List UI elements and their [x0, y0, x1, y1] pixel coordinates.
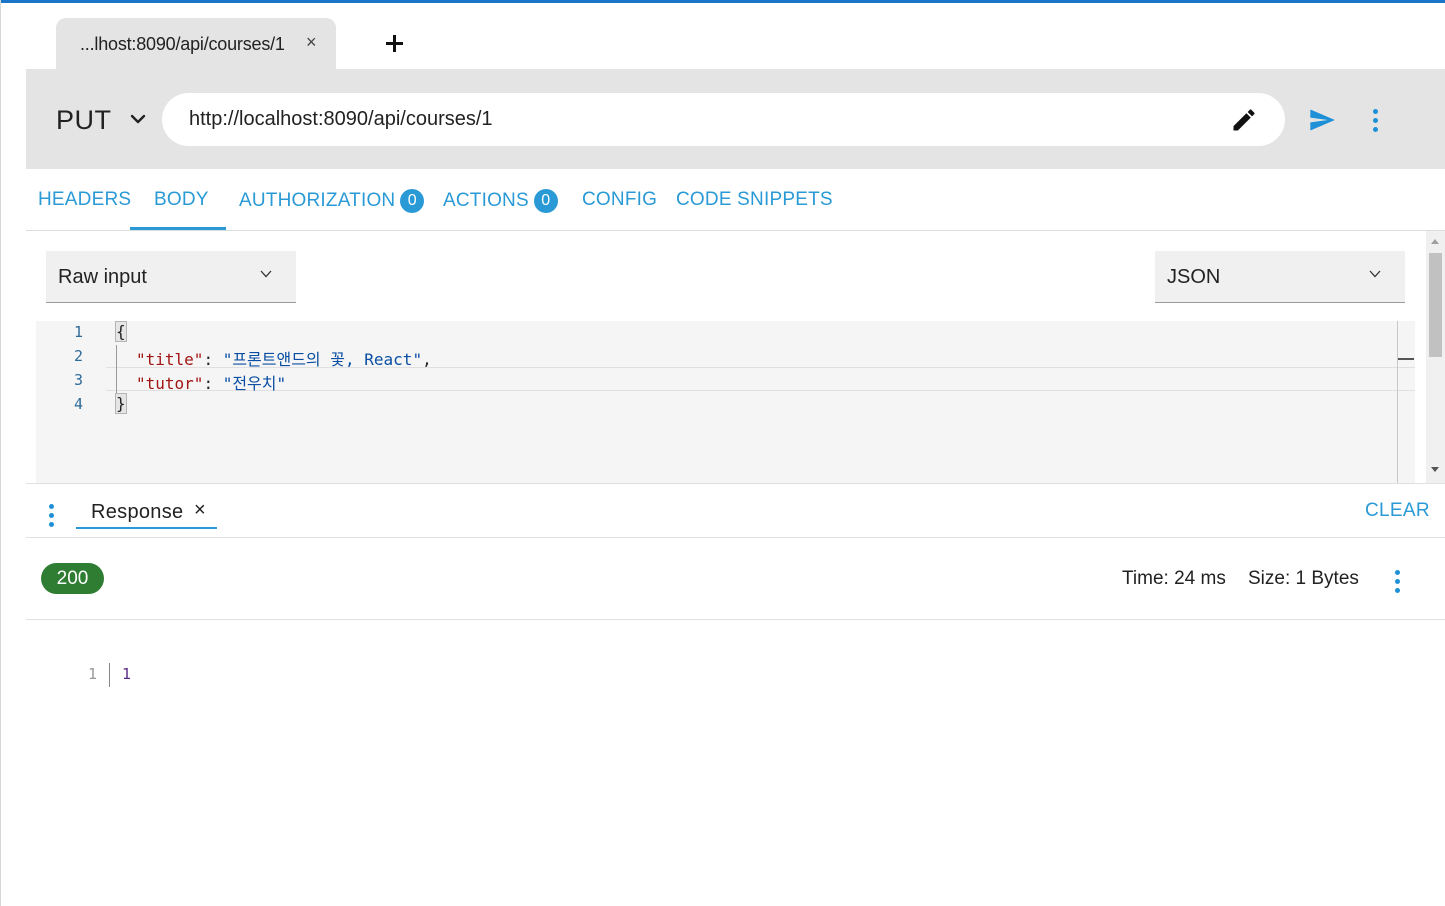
- line-number: 1: [74, 323, 84, 341]
- response-size: Size: 1 Bytes: [1248, 568, 1359, 590]
- method-select[interactable]: PUT: [56, 105, 112, 136]
- open-brace: {: [115, 321, 127, 342]
- content-type-label: JSON: [1167, 266, 1221, 288]
- editor-overview-ruler: [1397, 321, 1398, 483]
- json-key: "title": [136, 350, 204, 369]
- url-input[interactable]: [189, 105, 1209, 133]
- scroll-up-arrow-icon[interactable]: [1431, 239, 1439, 244]
- clear-button[interactable]: CLEAR: [1365, 500, 1430, 522]
- body-code-editor[interactable]: 1 2 3 4 { "title": "프론트앤드의 꽃, React", "t…: [36, 321, 1415, 483]
- plus-icon[interactable]: [380, 29, 408, 57]
- tab-config[interactable]: CONFIG: [582, 189, 657, 211]
- chevron-down-icon: [1369, 270, 1381, 278]
- url-field[interactable]: [162, 93, 1285, 146]
- response-body-text[interactable]: 1: [122, 665, 131, 683]
- response-tab[interactable]: Response ×: [76, 498, 217, 529]
- tab-authorization[interactable]: AUTHORIZATION 0: [239, 189, 425, 213]
- content-type-select[interactable]: JSON: [1155, 251, 1405, 303]
- window-left-border: [0, 0, 1, 906]
- json-comma: ,: [422, 350, 432, 369]
- json-string-value: "전우치": [222, 374, 287, 393]
- chevron-down-icon[interactable]: [128, 109, 148, 129]
- actions-count-badge: 0: [533, 189, 558, 213]
- editor-ruler-cursor-mark: [1398, 358, 1414, 360]
- body-input-type-select[interactable]: Raw input: [46, 251, 296, 303]
- body-input-type-label: Raw input: [58, 266, 147, 288]
- send-icon[interactable]: [1307, 106, 1337, 134]
- pencil-icon[interactable]: [1230, 106, 1258, 134]
- tab-headers[interactable]: HEADERS: [38, 189, 131, 211]
- tab-body[interactable]: BODY: [154, 189, 209, 211]
- code-line: "title": "프론트앤드의 꽃, React",: [136, 346, 432, 370]
- json-string-value: "프론트앤드의 꽃, React": [222, 350, 423, 369]
- authorization-count-badge: 0: [400, 189, 425, 213]
- size-value: 1 Bytes: [1295, 568, 1359, 589]
- active-tab-indicator: [130, 227, 226, 230]
- close-response-icon[interactable]: ×: [194, 499, 206, 522]
- response-tab-label: Response: [91, 501, 184, 523]
- chevron-down-icon: [260, 270, 272, 278]
- size-label: Size:: [1248, 568, 1291, 589]
- response-line-number: 1: [88, 665, 98, 683]
- page-scrollbar[interactable]: [1426, 231, 1445, 483]
- close-tab-icon[interactable]: ×: [306, 32, 317, 53]
- time-label: Time:: [1122, 568, 1169, 589]
- response-status-row: 200 Time: 24 ms Size: 1 Bytes: [26, 538, 1445, 620]
- tab-actions[interactable]: ACTIONS 0: [443, 189, 558, 213]
- request-section-tabs: HEADERS BODY AUTHORIZATION 0 ACTIONS 0 CON…: [26, 169, 1445, 231]
- code-line: "tutor": "전우치": [136, 370, 286, 394]
- request-tab[interactable]: ...lhost:8090/api/courses/1 ×: [56, 18, 336, 70]
- tab-authorization-label: AUTHORIZATION: [239, 190, 396, 211]
- request-bar: PUT: [26, 69, 1445, 169]
- json-colon: :: [203, 350, 223, 369]
- more-vertical-icon[interactable]: [1392, 568, 1404, 596]
- tab-strip: ...lhost:8090/api/courses/1 ×: [26, 3, 1445, 70]
- close-brace: }: [115, 393, 127, 414]
- request-tab-title: ...lhost:8090/api/courses/1: [80, 34, 285, 54]
- scroll-down-arrow-icon[interactable]: [1431, 467, 1439, 472]
- time-value: 24 ms: [1174, 568, 1226, 589]
- code-line: }: [115, 393, 127, 414]
- scrollbar-thumb[interactable]: [1429, 253, 1442, 357]
- line-number: 2: [74, 347, 84, 365]
- json-key: "tutor": [136, 374, 204, 393]
- response-header: Response × CLEAR: [26, 483, 1445, 538]
- tab-code-snippets[interactable]: CODE SNIPPETS: [676, 189, 833, 211]
- status-badge: 200: [41, 563, 104, 594]
- line-number: 3: [74, 371, 84, 389]
- more-vertical-icon[interactable]: [1370, 107, 1382, 135]
- response-time: Time: 24 ms: [1122, 568, 1226, 590]
- json-colon: :: [203, 374, 223, 393]
- response-gutter-divider: [109, 663, 110, 687]
- editor-active-line: [106, 367, 1415, 391]
- code-line: {: [115, 321, 127, 342]
- line-number: 4: [74, 395, 84, 413]
- tab-actions-label: ACTIONS: [443, 190, 529, 211]
- more-vertical-icon[interactable]: [46, 502, 58, 530]
